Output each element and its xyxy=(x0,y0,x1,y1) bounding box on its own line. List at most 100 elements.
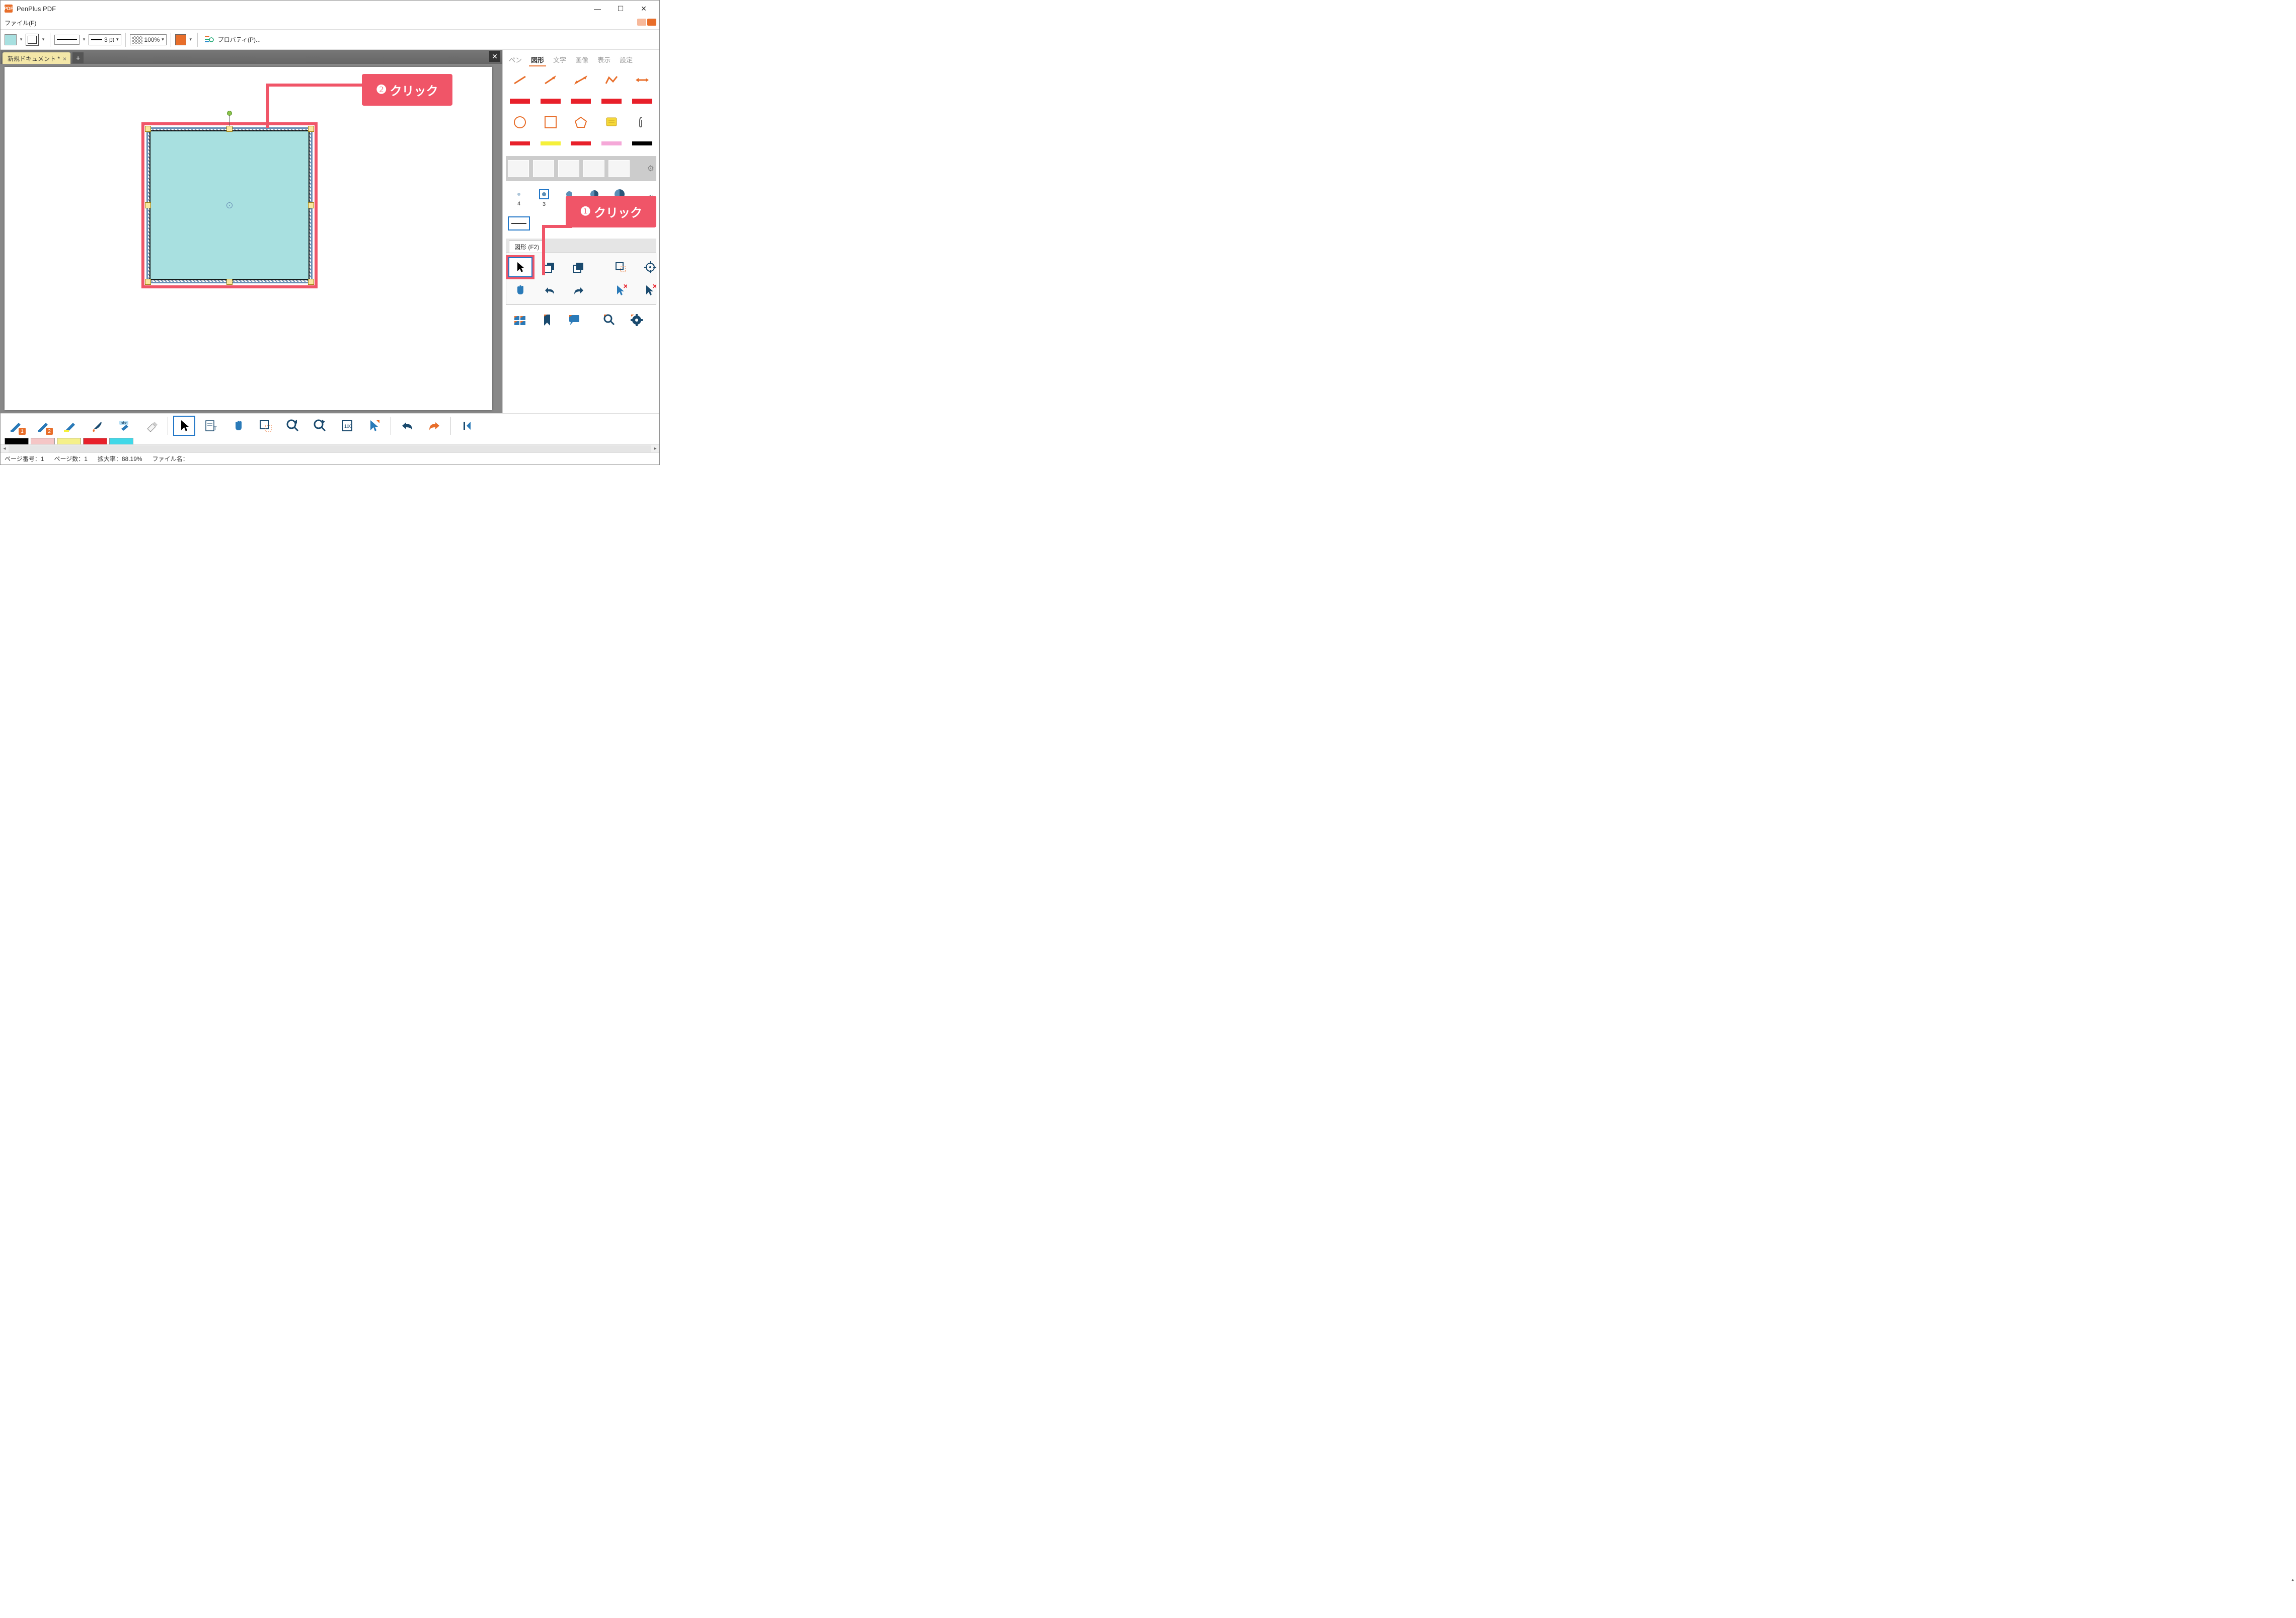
zoom-out-tool[interactable] xyxy=(282,416,304,436)
cb-red2[interactable] xyxy=(568,135,594,152)
line-style-select[interactable] xyxy=(54,35,80,45)
panels-button[interactable] xyxy=(508,310,532,330)
resize-handle-mr[interactable] xyxy=(308,202,314,208)
highlighter-tool[interactable] xyxy=(59,416,81,436)
cb-black[interactable] xyxy=(629,135,655,152)
target-tool[interactable] xyxy=(638,257,659,277)
qc-red[interactable] xyxy=(83,438,107,445)
op-2[interactable] xyxy=(533,160,554,177)
cb-yellow[interactable] xyxy=(538,135,564,152)
pan-tool[interactable] xyxy=(508,280,532,300)
fit-page-tool[interactable]: 100 xyxy=(336,416,358,436)
auto-select-tool[interactable] xyxy=(363,416,386,436)
undo-button[interactable] xyxy=(396,416,418,436)
comment-button[interactable] xyxy=(562,310,586,330)
delete-select-tool[interactable]: ✕ xyxy=(609,280,633,300)
select-area-tool[interactable] xyxy=(609,257,633,277)
line-style-dropdown[interactable]: ▾ xyxy=(82,37,87,42)
close-button[interactable]: ✕ xyxy=(632,2,655,16)
arrow-tool[interactable] xyxy=(538,71,564,89)
qc-black[interactable] xyxy=(5,438,29,445)
resize-handle-bl[interactable] xyxy=(145,279,151,285)
settings-button[interactable] xyxy=(625,310,649,330)
bar-3[interactable] xyxy=(568,93,594,110)
cb-pink[interactable] xyxy=(598,135,625,152)
layer-front-tool[interactable] xyxy=(567,257,591,277)
brush-tool[interactable] xyxy=(86,416,108,436)
nav-prev-icon[interactable] xyxy=(637,19,646,26)
search-button[interactable] xyxy=(597,310,622,330)
opacity-settings-icon[interactable]: ⚙ xyxy=(647,164,654,174)
resize-handle-tm[interactable] xyxy=(226,126,233,132)
rotate-handle[interactable] xyxy=(227,111,232,116)
page[interactable]: ❷ クリック xyxy=(5,67,492,410)
line-style-solid[interactable] xyxy=(508,216,530,230)
op-3[interactable] xyxy=(558,160,579,177)
circle-tool[interactable] xyxy=(507,114,533,131)
tab-text[interactable]: 文字 xyxy=(551,54,568,66)
shape-selection[interactable] xyxy=(146,127,313,283)
layer-back-tool[interactable] xyxy=(538,257,562,277)
tab-view[interactable]: 表示 xyxy=(595,54,613,66)
polyline-tool[interactable] xyxy=(598,71,625,89)
bookmark-button[interactable] xyxy=(535,310,559,330)
resize-handle-tr[interactable] xyxy=(308,126,314,132)
goto-start-tool[interactable] xyxy=(456,416,478,436)
size-3[interactable]: 3 xyxy=(533,189,555,207)
hand-tool[interactable] xyxy=(227,416,250,436)
line-weight-select[interactable]: 3 pt ▾ xyxy=(89,34,121,45)
stroke-color-dropdown[interactable]: ▾ xyxy=(41,37,46,42)
highlight-color-swatch[interactable] xyxy=(175,34,186,45)
qc-pink[interactable] xyxy=(31,438,55,445)
tab-shapes[interactable]: 図形 xyxy=(529,54,546,66)
document-tab[interactable]: 新規ドキュメント * × xyxy=(3,52,70,64)
maximize-button[interactable]: ☐ xyxy=(609,2,632,16)
scroll-right-icon[interactable]: ▸ xyxy=(651,445,659,452)
text-highlight-tool[interactable]: abc xyxy=(113,416,135,436)
properties-icon[interactable] xyxy=(202,33,216,47)
canvas-viewport[interactable]: ❷ クリック xyxy=(1,64,502,413)
minimize-button[interactable]: — xyxy=(586,2,609,16)
zoom-in-tool[interactable] xyxy=(309,416,331,436)
dimension-tool[interactable] xyxy=(629,71,655,89)
op-4[interactable] xyxy=(583,160,604,177)
bar-2[interactable] xyxy=(538,93,564,110)
attachment-tool[interactable] xyxy=(629,114,655,131)
properties-button[interactable]: プロパティ(P)... xyxy=(218,35,261,44)
rectangle-shape[interactable] xyxy=(149,130,310,280)
tab-pen[interactable]: ペン xyxy=(507,54,524,66)
marquee-tool[interactable] xyxy=(255,416,277,436)
bar-1[interactable] xyxy=(507,93,533,110)
bar-4[interactable] xyxy=(598,93,625,110)
scroll-up-icon[interactable]: ▴ xyxy=(2291,1577,2294,1583)
qc-yellow[interactable] xyxy=(57,438,81,445)
delete-all-tool[interactable]: ✕ xyxy=(638,280,659,300)
pen-blue-tool[interactable]: 1 xyxy=(5,416,27,436)
undo-tool[interactable] xyxy=(538,280,562,300)
highlight-color-dropdown[interactable]: ▾ xyxy=(188,37,193,42)
opacity-select[interactable]: 100% ▾ xyxy=(130,34,167,45)
cb-red[interactable] xyxy=(507,135,533,152)
eraser-tool[interactable] xyxy=(140,416,163,436)
resize-handle-ml[interactable] xyxy=(145,202,151,208)
qc-cyan[interactable] xyxy=(109,438,133,445)
double-arrow-tool[interactable] xyxy=(568,71,594,89)
fill-color-swatch[interactable] xyxy=(5,34,17,45)
nav-next-icon[interactable] xyxy=(647,19,656,26)
section-tab-shapes[interactable]: 図形 (F2) xyxy=(509,241,545,253)
horizontal-scrollbar[interactable]: ◂ ▸ xyxy=(1,444,659,452)
center-handle[interactable] xyxy=(226,202,233,208)
tab-close-icon[interactable]: × xyxy=(63,55,66,62)
resize-handle-tl[interactable] xyxy=(145,126,151,132)
scroll-left-icon[interactable]: ◂ xyxy=(1,446,9,451)
redo-tool[interactable] xyxy=(567,280,591,300)
select-tool[interactable] xyxy=(508,257,532,277)
menu-file[interactable]: ファイル(F) xyxy=(5,19,36,27)
text-select-tool[interactable]: T xyxy=(200,416,222,436)
tab-add-button[interactable]: + xyxy=(72,52,84,63)
tab-image[interactable]: 画像 xyxy=(573,54,590,66)
note-tool[interactable] xyxy=(598,114,625,131)
scrollbar-track[interactable] xyxy=(9,445,651,452)
pen-orange-tool[interactable]: 2 xyxy=(32,416,54,436)
redo-button[interactable] xyxy=(423,416,445,436)
